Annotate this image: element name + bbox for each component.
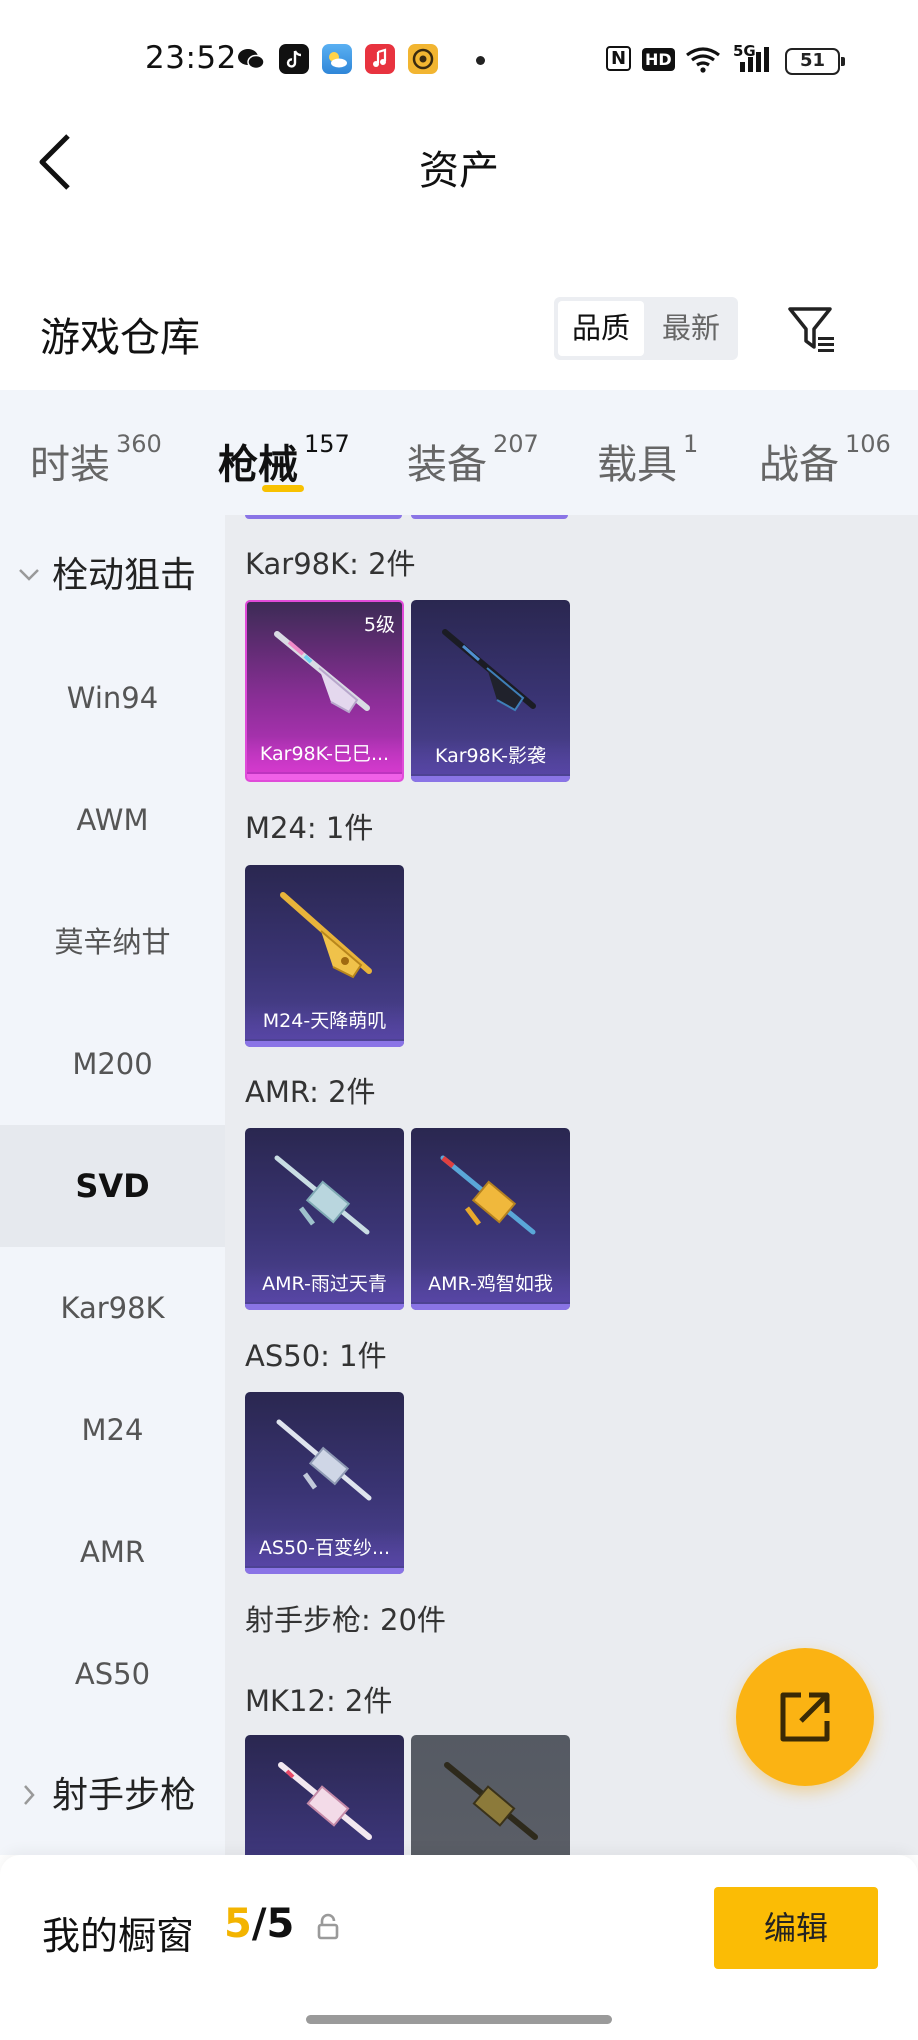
showcase-bar: 我的橱窗 5/5 编辑	[0, 1855, 918, 2040]
wifi-icon	[684, 44, 722, 74]
rifle-image	[440, 1155, 536, 1235]
music-icon	[365, 44, 395, 74]
item-card[interactable]: AMR-鸡智如我	[411, 1128, 570, 1310]
share-icon	[780, 1692, 830, 1742]
side-item-kar98k[interactable]: Kar98K	[0, 1247, 225, 1369]
item-card[interactable]: 5级 Kar98K-巳巳...	[245, 600, 404, 782]
sort-quality-option[interactable]: 品质	[558, 301, 644, 356]
side-item-m24[interactable]: M24	[0, 1369, 225, 1491]
target-app-icon	[408, 44, 438, 74]
wechat-icon	[236, 44, 266, 74]
rarity-strip	[247, 774, 402, 780]
active-tab-indicator	[262, 485, 304, 492]
home-indicator[interactable]	[306, 2015, 612, 2024]
tab-supplies[interactable]: 战备 106	[759, 430, 891, 490]
edit-button[interactable]: 编辑	[714, 1887, 878, 1969]
side-item-win94[interactable]: Win94	[0, 637, 225, 759]
section-label: MK12: 2件	[245, 1684, 393, 1718]
tiktok-icon	[279, 44, 309, 74]
item-name: AMR-雨过天青	[245, 1266, 404, 1302]
item-card[interactable]: AMR-雨过天青	[245, 1128, 404, 1310]
item-card[interactable]: Kar98K-影袭	[411, 600, 570, 782]
share-button[interactable]	[736, 1648, 874, 1786]
tab-count: 157	[304, 430, 350, 458]
card-edge	[411, 515, 568, 519]
side-item-as50[interactable]: AS50	[0, 1613, 225, 1735]
side-group-marksman-rifle[interactable]: 射手步枪	[0, 1735, 225, 1857]
side-item-awm[interactable]: AWM	[0, 759, 225, 881]
lock-icon	[315, 1913, 341, 1945]
rifle-image	[274, 1155, 370, 1235]
status-bar: 23:52 N HD 5G 51	[0, 0, 918, 120]
rifle-image	[442, 629, 536, 712]
item-name: Kar98K-影袭	[411, 738, 570, 774]
rifle-image	[276, 1419, 372, 1501]
rarity-strip	[411, 776, 570, 782]
tab-label: 战备	[759, 442, 839, 488]
section-label: AMR: 2件	[245, 1075, 376, 1109]
card-edge	[245, 515, 402, 519]
tab-vehicles[interactable]: 载具 1	[597, 430, 699, 490]
side-item-amr[interactable]: AMR	[0, 1491, 225, 1613]
item-card[interactable]	[411, 1735, 570, 1855]
sort-newest-option[interactable]: 最新	[648, 301, 734, 356]
showcase-count-current: 5	[224, 1901, 252, 1947]
tab-costume[interactable]: 时装 360	[30, 430, 162, 490]
side-item-svd[interactable]: SVD	[0, 1125, 225, 1247]
rarity-strip	[245, 1304, 404, 1310]
side-group-label: 栓动狙击	[52, 555, 197, 596]
section-label: AS50: 1件	[245, 1339, 387, 1373]
tab-equipment[interactable]: 装备 207	[407, 430, 539, 490]
side-group-bolt-sniper[interactable]: 栓动狙击	[0, 515, 225, 637]
notification-dot	[476, 56, 485, 65]
tab-count: 360	[116, 430, 162, 458]
category-label: 射手步枪: 20件	[245, 1603, 446, 1637]
showcase-label: 我的橱窗	[42, 1914, 195, 1958]
item-name: AS50-百变纱...	[245, 1530, 404, 1566]
side-group-label: 射手步枪	[52, 1775, 197, 1816]
side-item-mosin[interactable]: 莫辛纳甘	[0, 881, 225, 1003]
rifle-image	[278, 1762, 372, 1840]
section-label: Kar98K: 2件	[245, 547, 416, 581]
rarity-strip	[245, 1568, 404, 1574]
battery-indicator: 51	[785, 48, 845, 75]
tab-count: 1	[683, 430, 699, 458]
side-menu: 栓动狙击 Win94 AWM 莫辛纳甘 M200 SVD Kar98K M24 …	[0, 515, 225, 1855]
item-card[interactable]	[245, 1735, 404, 1855]
item-card[interactable]: M24-天降萌叽	[245, 865, 404, 1047]
weather-icon	[322, 44, 352, 74]
item-card[interactable]: AS50-百变纱...	[245, 1392, 404, 1574]
tab-count: 207	[493, 430, 539, 458]
rarity-strip	[245, 1041, 404, 1047]
tab-label: 装备	[407, 442, 487, 488]
status-time: 23:52	[145, 40, 237, 76]
hd-icon: HD	[642, 48, 675, 71]
rarity-strip	[411, 1304, 570, 1310]
filter-icon	[788, 307, 834, 352]
showcase-count-total: 5	[266, 1901, 295, 1947]
showcase-count: 5/5	[224, 1901, 294, 1947]
item-name: AMR-鸡智如我	[411, 1266, 570, 1302]
item-name: Kar98K-巳巳...	[247, 736, 402, 772]
tab-weapons[interactable]: 枪械 157	[218, 430, 350, 490]
tab-label: 时装	[30, 442, 110, 488]
item-level: 5级	[363, 614, 395, 636]
page-title: 资产	[419, 148, 499, 194]
filter-button[interactable]	[786, 303, 838, 355]
tab-count: 106	[845, 430, 891, 458]
nfc-icon: N	[606, 46, 632, 71]
warehouse-title: 游戏仓库	[40, 315, 200, 361]
section-label: M24: 1件	[245, 811, 374, 845]
rifle-image	[444, 1762, 538, 1840]
sort-toggle: 品质 最新	[554, 297, 738, 360]
item-name: M24-天降萌叽	[245, 1003, 404, 1039]
signal-icon	[738, 46, 778, 76]
tab-label: 枪械	[218, 442, 298, 488]
rifle-image	[280, 892, 372, 979]
side-item-m200[interactable]: M200	[0, 1003, 225, 1125]
showcase-count-separator: /	[251, 1901, 267, 1947]
tab-label: 载具	[597, 442, 677, 488]
category-tabs: 时装 360 枪械 157 装备 207 载具 1 战备 106	[0, 390, 918, 515]
